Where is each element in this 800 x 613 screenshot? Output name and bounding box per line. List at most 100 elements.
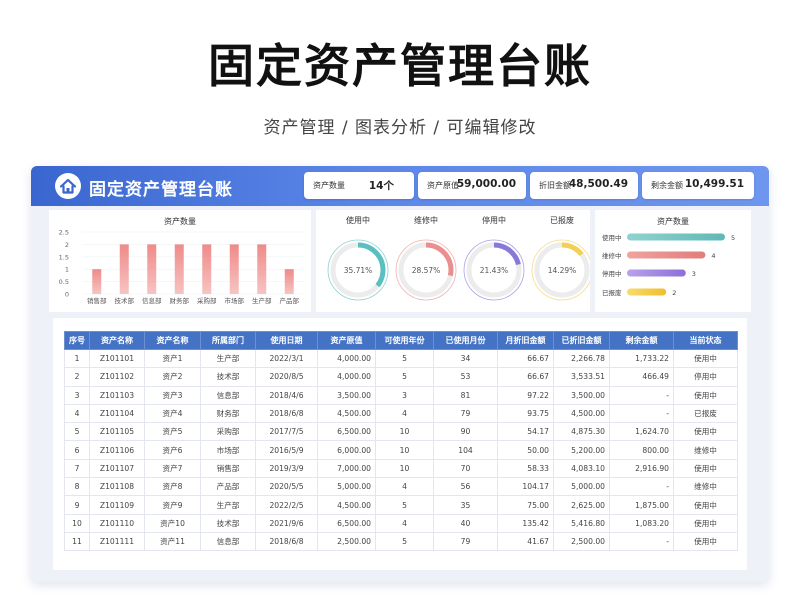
hbar[interactable] <box>627 288 667 296</box>
table-row[interactable]: 11 Z101111 资产11 信息部 2018/6/8 2,500.00 5 79 41.67… <box>64 531 738 552</box>
table-cell: 资产10 <box>144 513 201 533</box>
table-cell: 8 <box>64 477 90 497</box>
column-header[interactable]: 资产名称 <box>144 331 201 350</box>
table-row[interactable]: 2 Z101102 资产2 技术部 2020/8/5 4,000.00 5 53 66.67 3,… <box>64 367 738 387</box>
table-cell: 54.17 <box>497 422 554 442</box>
table-cell: 2019/3/9 <box>255 458 318 479</box>
table-cell: 70 <box>433 458 498 479</box>
table-cell: 使用中 <box>673 531 738 552</box>
table-cell: 1 <box>64 348 90 369</box>
status-bar-chart-panel: 资产数量 使用中 5 维修中 4 停用中 3 已报废 2 <box>595 210 751 312</box>
column-header[interactable]: 所属部门 <box>200 331 256 350</box>
bar-value-label: 4 <box>711 252 715 260</box>
column-header[interactable]: 资产名称 <box>89 331 145 350</box>
bar[interactable] <box>284 269 294 294</box>
table-cell: Z101107 <box>89 458 145 479</box>
table-cell: 5 <box>375 531 434 552</box>
table-cell: 2,500.00 <box>553 531 610 552</box>
home-icon <box>55 173 81 199</box>
status-donut-chart: 使用中 35.71% 维修中 28.57% 停用中 21.43% 已报废 14.29% <box>327 215 590 301</box>
column-header[interactable]: 月折旧金额 <box>497 331 554 350</box>
table-cell: 技术部 <box>200 367 256 387</box>
table-cell: 2022/2/5 <box>255 495 318 515</box>
table-cell: Z101108 <box>89 477 145 497</box>
table-row[interactable]: 10 Z101110 资产10 技术部 2021/9/6 6,500.00 4 40 135.4… <box>64 513 738 533</box>
bar[interactable] <box>174 244 184 294</box>
bar[interactable] <box>202 244 212 294</box>
x-tick-label: 市场部 <box>225 296 245 305</box>
table-cell: Z101104 <box>89 403 145 424</box>
table-cell: 产品部 <box>200 477 256 497</box>
table-cell: 56 <box>433 477 498 497</box>
table-row[interactable]: 6 Z101106 资产6 市场部 2016/5/9 6,000.00 10 104 50.00… <box>64 440 738 460</box>
table-row[interactable]: 8 Z101108 资产8 产品部 2020/5/5 5,000.00 4 56 104.17 5… <box>64 477 738 497</box>
column-header[interactable]: 剩余金额 <box>609 331 674 350</box>
table-cell: 2,266.78 <box>553 348 610 369</box>
table-cell: 40 <box>433 513 498 533</box>
x-tick-label: 销售部 <box>87 296 107 305</box>
stat-label: 资产原值 <box>427 181 459 190</box>
table-cell: 技术部 <box>200 513 256 533</box>
column-header[interactable]: 序号 <box>64 331 90 350</box>
table-cell: Z101103 <box>89 385 145 405</box>
column-header[interactable]: 已折旧金额 <box>553 331 610 350</box>
y-tick-label: 2.5 <box>59 229 69 237</box>
column-header[interactable]: 已使用月份 <box>433 331 498 350</box>
table-cell: 使用中 <box>673 348 738 369</box>
column-header[interactable]: 使用日期 <box>255 331 318 350</box>
bar[interactable] <box>147 244 157 294</box>
x-tick-label: 信息部 <box>142 296 162 305</box>
table-cell: 10 <box>64 513 90 533</box>
column-header[interactable]: 可使用年份 <box>375 331 434 350</box>
hero-title: 固定资产管理台账 <box>208 39 592 93</box>
column-header[interactable]: 当前状态 <box>673 331 738 350</box>
stat-label: 剩余金额 <box>651 181 683 190</box>
table-cell: 34 <box>433 348 498 369</box>
table-cell: 维修中 <box>673 440 738 460</box>
table-cell: 资产8 <box>144 477 201 497</box>
table-cell: 4 <box>375 403 434 424</box>
table-cell: 2018/6/8 <box>255 531 318 552</box>
table-row[interactable]: 3 Z101103 资产3 信息部 2018/4/6 3,500.00 3 81 97.22 3,… <box>64 385 738 405</box>
table-cell: 使用中 <box>673 422 738 442</box>
table-row[interactable]: 1 Z101101 资产1 生产部 2022/3/1 4,000.00 5 34 66.67 2,… <box>64 348 738 369</box>
table-cell: 7 <box>64 458 90 479</box>
bar[interactable] <box>119 244 129 294</box>
column-header[interactable]: 资产原值 <box>317 331 376 350</box>
hbar[interactable] <box>627 251 706 259</box>
table-cell: 104.17 <box>497 477 554 497</box>
table-cell: 2020/8/5 <box>255 367 318 387</box>
y-category-label: 已报废 <box>602 288 622 297</box>
table-cell: 800.00 <box>609 440 674 460</box>
table-cell: 53 <box>433 367 498 387</box>
table-cell: 97.22 <box>497 385 554 405</box>
table-cell: Z101102 <box>89 367 145 387</box>
table-cell: 财务部 <box>200 403 256 424</box>
bar[interactable] <box>257 244 267 294</box>
table-row[interactable]: 4 Z101104 资产4 财务部 2018/6/8 4,500.00 4 79 93.75 4,… <box>64 403 738 424</box>
table-cell: 停用中 <box>673 367 738 387</box>
table-cell: 5 <box>375 367 434 387</box>
table-cell: 79 <box>433 531 498 552</box>
dashboard-header: 固定资产管理台账 资产数量 14个 资产原值 59,000.00 折旧金额 48… <box>31 166 769 206</box>
dashboard-title: 固定资产管理台账 <box>89 180 233 200</box>
hbar[interactable] <box>627 233 725 241</box>
table-cell: 维修中 <box>673 477 738 497</box>
table-cell: 79 <box>433 403 498 424</box>
donut-percent: 21.43% <box>480 266 509 275</box>
table-cell: 2,916.90 <box>609 458 674 479</box>
bar[interactable] <box>92 269 102 294</box>
table-cell: 10 <box>375 440 434 460</box>
table-row[interactable]: 9 Z101109 资产9 生产部 2022/2/5 4,500.00 5 35 75.00 2,… <box>64 495 738 515</box>
x-tick-label: 财务部 <box>170 296 190 305</box>
table-row[interactable]: 7 Z101107 资产7 销售部 2019/3/9 7,000.00 10 70 58.33 4… <box>64 458 738 479</box>
stat-label: 折旧金额 <box>539 181 571 190</box>
table-row[interactable]: 5 Z101105 资产5 采购部 2017/7/5 6,500.00 10 90 54.17 4… <box>64 422 738 442</box>
table-cell: Z101111 <box>89 531 145 552</box>
table-cell: 生产部 <box>200 348 256 369</box>
status-donuts-panel: 使用中 35.71% 维修中 28.57% 停用中 21.43% 已报废 14.29% <box>316 210 590 312</box>
hbar[interactable] <box>627 269 686 277</box>
asset-table: 序号 资产名称 资产名称 所属部门 使用日期 资产原值 可使用年份 已使用月份 月折旧金额 已折旧… <box>64 331 738 552</box>
bar[interactable] <box>229 244 239 294</box>
table-cell: 1,083.20 <box>609 513 674 533</box>
